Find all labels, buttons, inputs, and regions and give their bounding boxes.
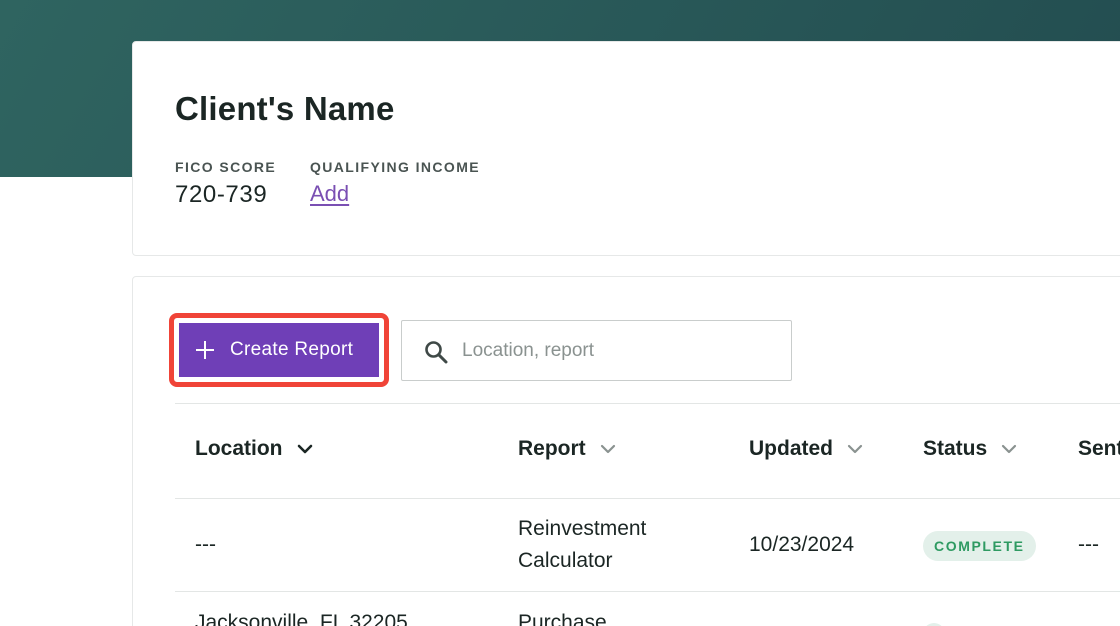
chevron-down-icon [600, 444, 615, 454]
fico-score-value: 720-739 [175, 181, 268, 208]
qualifying-income-label: QUALIFYING INCOME [310, 159, 481, 175]
column-header-status[interactable]: Status [923, 437, 1017, 461]
column-header-sent-label: Sent [1078, 437, 1120, 460]
toolbar-divider [175, 403, 1120, 404]
create-report-label: Create Report [230, 339, 354, 360]
column-header-sent[interactable]: Sent [1078, 437, 1120, 461]
row-1-report-line-1: Reinvestment [518, 517, 647, 540]
column-header-updated[interactable]: Updated [749, 437, 863, 461]
column-header-report[interactable]: Report [518, 437, 616, 461]
client-summary-card: Client's Name FICO SCORE 720-739 QUALIFY… [132, 41, 1120, 256]
search-input[interactable] [462, 331, 782, 371]
row-divider [175, 591, 1120, 592]
plus-icon [196, 341, 214, 359]
status-badge: COMPLETE [923, 531, 1036, 561]
column-header-status-label: Status [923, 437, 988, 460]
row-1-updated: 10/23/2024 [749, 533, 855, 556]
page: Client's Name FICO SCORE 720-739 QUALIFY… [0, 0, 1120, 626]
column-header-location[interactable]: Location [195, 437, 313, 461]
chevron-down-icon [1002, 444, 1017, 454]
row-2-location: Jacksonville, FL 32205 [195, 611, 408, 626]
fico-score-label: FICO SCORE [175, 159, 277, 175]
row-2-report-line-1: Purchase [518, 611, 607, 626]
chevron-down-icon [297, 444, 312, 454]
column-header-location-label: Location [195, 437, 283, 460]
row-1-report-line-2: Calculator [518, 549, 613, 572]
header-divider [175, 498, 1120, 499]
reports-card: Create Report Location Report Updated [132, 276, 1120, 626]
search-icon [425, 341, 448, 364]
row-1-location: --- [195, 533, 216, 556]
column-header-updated-label: Updated [749, 437, 833, 460]
row-1-sent: --- [1078, 533, 1099, 556]
add-qualifying-income-link[interactable]: Add [310, 181, 349, 207]
search-box[interactable] [401, 320, 792, 381]
create-report-highlight: Create Report [169, 313, 389, 387]
chevron-down-icon [847, 444, 863, 454]
create-report-button[interactable]: Create Report [179, 323, 379, 377]
column-header-report-label: Report [518, 437, 586, 460]
client-name-title: Client's Name [175, 90, 395, 127]
